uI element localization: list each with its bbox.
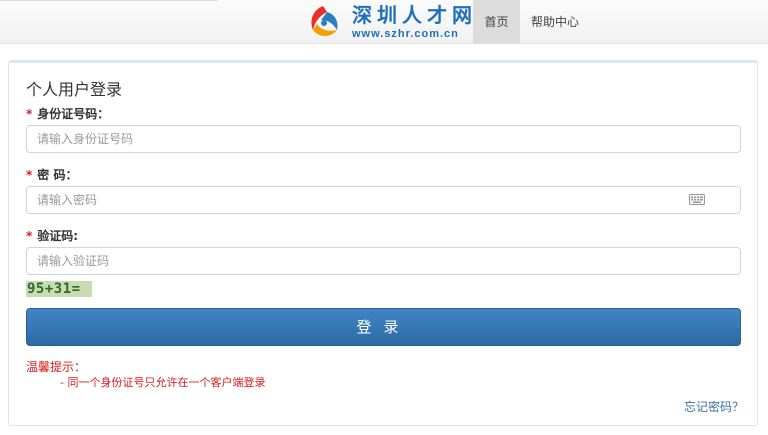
captcha-label: * 验证码: (26, 228, 78, 244)
required-mark: * (26, 168, 33, 182)
brand-name: 深圳人才网 (352, 3, 477, 27)
password-label-text: 密 码： (37, 168, 78, 182)
tips-item: - 同一个身份证号只允许在一个客户端登录 (60, 376, 266, 389)
brand[interactable]: 深圳人才网 www.szhr.com.cn (352, 4, 477, 41)
header-top-line (0, 0, 218, 1)
captcha-label-text: 验证码: (37, 229, 79, 243)
login-button[interactable]: 登录 (26, 308, 741, 346)
forgot-password-link[interactable]: 忘记密码？ (684, 400, 744, 414)
site-header: 深圳人才网 www.szhr.com.cn 首页 帮助中心 (0, 0, 768, 44)
szhr-logo-icon (311, 6, 338, 36)
captcha-image[interactable]: 95+31= (26, 281, 92, 297)
brand-url: www.szhr.com.cn (352, 28, 459, 40)
password-label: * 密 码： (26, 167, 77, 183)
nav-home[interactable]: 首页 (473, 0, 520, 44)
tips-title: 温馨提示： (26, 360, 87, 374)
captcha-input[interactable] (26, 247, 741, 275)
id-number-input[interactable] (26, 125, 741, 153)
required-mark: * (26, 107, 33, 121)
login-title: 个人用户登录 (26, 80, 123, 99)
required-mark: * (26, 229, 33, 243)
id-number-label: * 身份证号码： (26, 106, 109, 122)
nav-help-center[interactable]: 帮助中心 (531, 0, 579, 44)
id-number-label-text: 身份证号码： (37, 107, 110, 121)
password-input[interactable] (26, 186, 741, 214)
keyboard-icon[interactable] (689, 194, 705, 205)
login-card (8, 60, 758, 426)
